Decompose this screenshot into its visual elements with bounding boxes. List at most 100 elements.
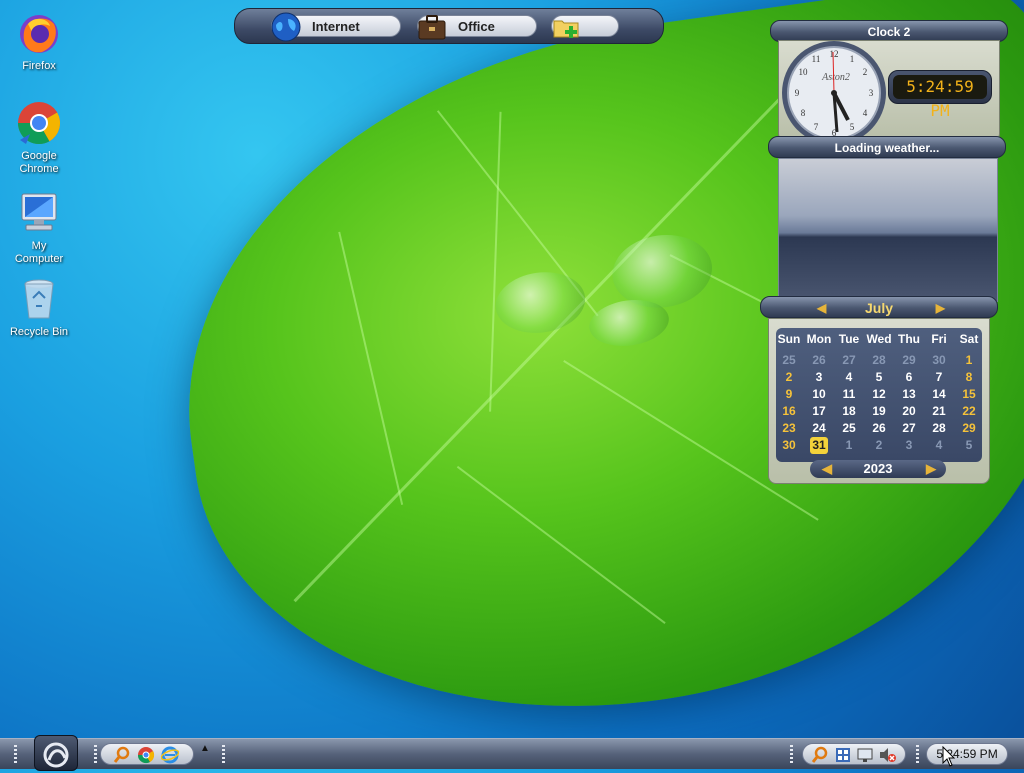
calendar-day[interactable]: 15: [954, 386, 984, 403]
calendar-day[interactable]: 17: [804, 403, 834, 420]
calendar-day[interactable]: 13: [894, 386, 924, 403]
svg-text:5: 5: [850, 122, 855, 132]
calendar-day[interactable]: 29: [954, 420, 984, 437]
calendar-day[interactable]: 28: [864, 352, 894, 369]
calendar-day[interactable]: 24: [804, 420, 834, 437]
briefcase-icon: [416, 11, 448, 43]
calendar-day[interactable]: 3: [804, 369, 834, 386]
calendar-day[interactable]: 2: [774, 369, 804, 386]
calendar-year-bar: ◀ 2023 ▶: [810, 460, 946, 478]
calendar-day[interactable]: 2: [864, 437, 894, 454]
calendar-day[interactable]: 4: [834, 369, 864, 386]
calendar-day[interactable]: 27: [834, 352, 864, 369]
calendar-weekday: Sat: [959, 332, 979, 346]
calendar-widget-header[interactable]: ◀ July ▶: [760, 296, 998, 318]
calendar-week-row: 23 24 25 26 27 28 29: [776, 420, 982, 437]
calendar-day[interactable]: 1: [954, 352, 984, 369]
calendar-day[interactable]: 28: [924, 420, 954, 437]
taskbar-clock-time: 5:24:59 PM: [936, 747, 998, 761]
mouse-cursor-icon: [942, 745, 956, 771]
svg-text:1: 1: [850, 54, 855, 64]
desktop-icon-my-computer[interactable]: My Computer: [8, 190, 70, 266]
calendar-day[interactable]: 23: [774, 420, 804, 437]
taskbar-grip[interactable]: [790, 745, 793, 763]
taskbar-grip[interactable]: [916, 745, 919, 763]
weather-status: Loading weather...: [834, 141, 940, 155]
calendar-day[interactable]: 30: [924, 352, 954, 369]
desktop-icon-firefox[interactable]: Firefox: [8, 10, 70, 73]
calendar-next-year-arrow-icon[interactable]: ▶: [926, 460, 936, 478]
calendar-weekday: Mon: [806, 332, 832, 346]
calendar-day[interactable]: 26: [804, 352, 834, 369]
calendar-day[interactable]: 6: [894, 369, 924, 386]
analog-clock: 12 1 2 345 678 9 10 11 Aston2: [781, 40, 887, 146]
desktop-icon-chrome[interactable]: Google Chrome: [8, 100, 70, 176]
network-icon[interactable]: [835, 747, 851, 766]
ie-icon[interactable]: [160, 746, 180, 767]
svg-text:4: 4: [863, 108, 868, 118]
calendar-day[interactable]: 25: [834, 420, 864, 437]
calendar-day[interactable]: 9: [774, 386, 804, 403]
calendar-day[interactable]: 3: [894, 437, 924, 454]
taskbar-grip[interactable]: [222, 745, 225, 763]
calendar-next-month-arrow-icon[interactable]: ▶: [936, 297, 945, 319]
calendar-day[interactable]: 4: [924, 437, 954, 454]
calendar-day[interactable]: 11: [834, 386, 864, 403]
add-folder-icon: [550, 11, 582, 43]
show-more-arrow-icon[interactable]: ▲: [200, 743, 210, 754]
calendar-weekday: Wed: [866, 332, 892, 346]
calendar-day[interactable]: 1: [834, 437, 864, 454]
calendar-day[interactable]: 29: [894, 352, 924, 369]
calendar-week-row: 16 17 18 19 20 21 22: [776, 403, 982, 420]
calendar-day[interactable]: 27: [894, 420, 924, 437]
calendar-day[interactable]: 22: [954, 403, 984, 420]
weather-widget-header[interactable]: Loading weather...: [768, 136, 1006, 158]
taskbar-grip[interactable]: [94, 745, 97, 763]
launcher-internet-button[interactable]: Internet: [271, 12, 401, 42]
calendar-day[interactable]: 12: [864, 386, 894, 403]
calendar-day[interactable]: 30: [774, 437, 804, 454]
calendar-prev-year-arrow-icon[interactable]: ◀: [822, 460, 832, 478]
clock-widget-header[interactable]: Clock 2: [770, 20, 1008, 42]
desktop-icon-label: Google Chrome: [19, 150, 59, 175]
globe-icon: [270, 11, 302, 43]
mute-icon[interactable]: [879, 747, 897, 766]
svg-text:12: 12: [830, 49, 839, 59]
calendar-day[interactable]: 8: [954, 369, 984, 386]
computer-icon: [16, 190, 62, 236]
calendar-day[interactable]: 5: [954, 437, 984, 454]
taskbar-grip[interactable]: [14, 745, 17, 763]
quick-launch-bar: [100, 743, 194, 765]
chrome-icon[interactable]: [137, 746, 155, 767]
calendar-week-row: 25 26 27 28 29 30 1: [776, 352, 982, 369]
start-button[interactable]: [34, 735, 78, 771]
launcher-button-label: Office: [458, 19, 495, 34]
calendar-day[interactable]: 14: [924, 386, 954, 403]
calendar-prev-month-arrow-icon[interactable]: ◀: [817, 297, 826, 319]
calendar-today[interactable]: 31: [810, 437, 828, 454]
calendar-day[interactable]: 26: [864, 420, 894, 437]
search-icon[interactable]: [113, 746, 131, 767]
calendar-weekday: Sun: [777, 332, 801, 346]
calendar-day[interactable]: 18: [834, 403, 864, 420]
calendar-day[interactable]: 5: [864, 369, 894, 386]
calendar-year: 2023: [863, 461, 893, 476]
firefox-icon: [16, 10, 62, 56]
calendar-day[interactable]: 20: [894, 403, 924, 420]
system-tray: [802, 743, 906, 765]
calendar-day[interactable]: 19: [864, 403, 894, 420]
launcher-office-button[interactable]: Office: [417, 15, 537, 40]
calendar-day[interactable]: 7: [924, 369, 954, 386]
calendar-day[interactable]: 16: [774, 403, 804, 420]
search-icon[interactable]: [811, 746, 829, 767]
svg-text:9: 9: [795, 88, 800, 98]
calendar-day[interactable]: 25: [774, 352, 804, 369]
calendar-day[interactable]: 10: [804, 386, 834, 403]
taskbar: ▲ 5:24:59 PM: [0, 735, 1024, 771]
digital-clock-display: 5:24:59 PM: [888, 70, 992, 120]
desktop-icon-recycle-bin[interactable]: Recycle Bin: [8, 276, 70, 339]
launcher-add-group-button[interactable]: [551, 15, 619, 38]
calendar-day[interactable]: 21: [924, 403, 954, 420]
taskbar-clock[interactable]: 5:24:59 PM: [926, 743, 1008, 765]
monitor-icon[interactable]: [857, 747, 873, 766]
